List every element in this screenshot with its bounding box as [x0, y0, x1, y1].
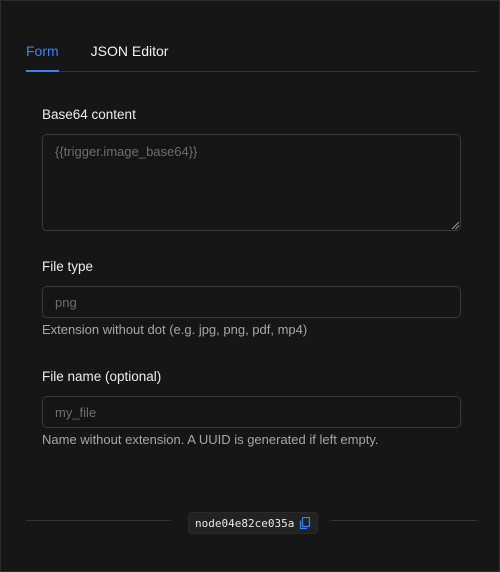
file-name-hint: Name without extension. A UUID is genera… — [42, 432, 379, 447]
file-type-hint: Extension without dot (e.g. jpg, png, pd… — [42, 322, 308, 337]
base64-content-label: Base64 content — [42, 107, 136, 122]
copy-icon[interactable] — [299, 516, 311, 530]
file-type-label: File type — [42, 259, 94, 274]
tab-json-editor[interactable]: JSON Editor — [91, 39, 169, 69]
base64-content-textarea[interactable] — [42, 134, 461, 231]
file-name-label: File name (optional) — [42, 369, 162, 384]
footer-divider-left — [26, 520, 171, 521]
tab-bar: Form JSON Editor — [26, 39, 477, 72]
tab-form[interactable]: Form — [26, 39, 59, 72]
node-config-panel: Form JSON Editor Base64 content File typ… — [0, 0, 500, 572]
file-type-input[interactable] — [42, 286, 461, 318]
node-id-chip: node04e82ce035a — [188, 512, 319, 534]
file-name-input[interactable] — [42, 396, 461, 428]
footer-divider-right — [331, 520, 477, 521]
resize-handle-icon[interactable] — [450, 220, 460, 230]
node-id-text: node04e82ce035a — [195, 516, 295, 530]
